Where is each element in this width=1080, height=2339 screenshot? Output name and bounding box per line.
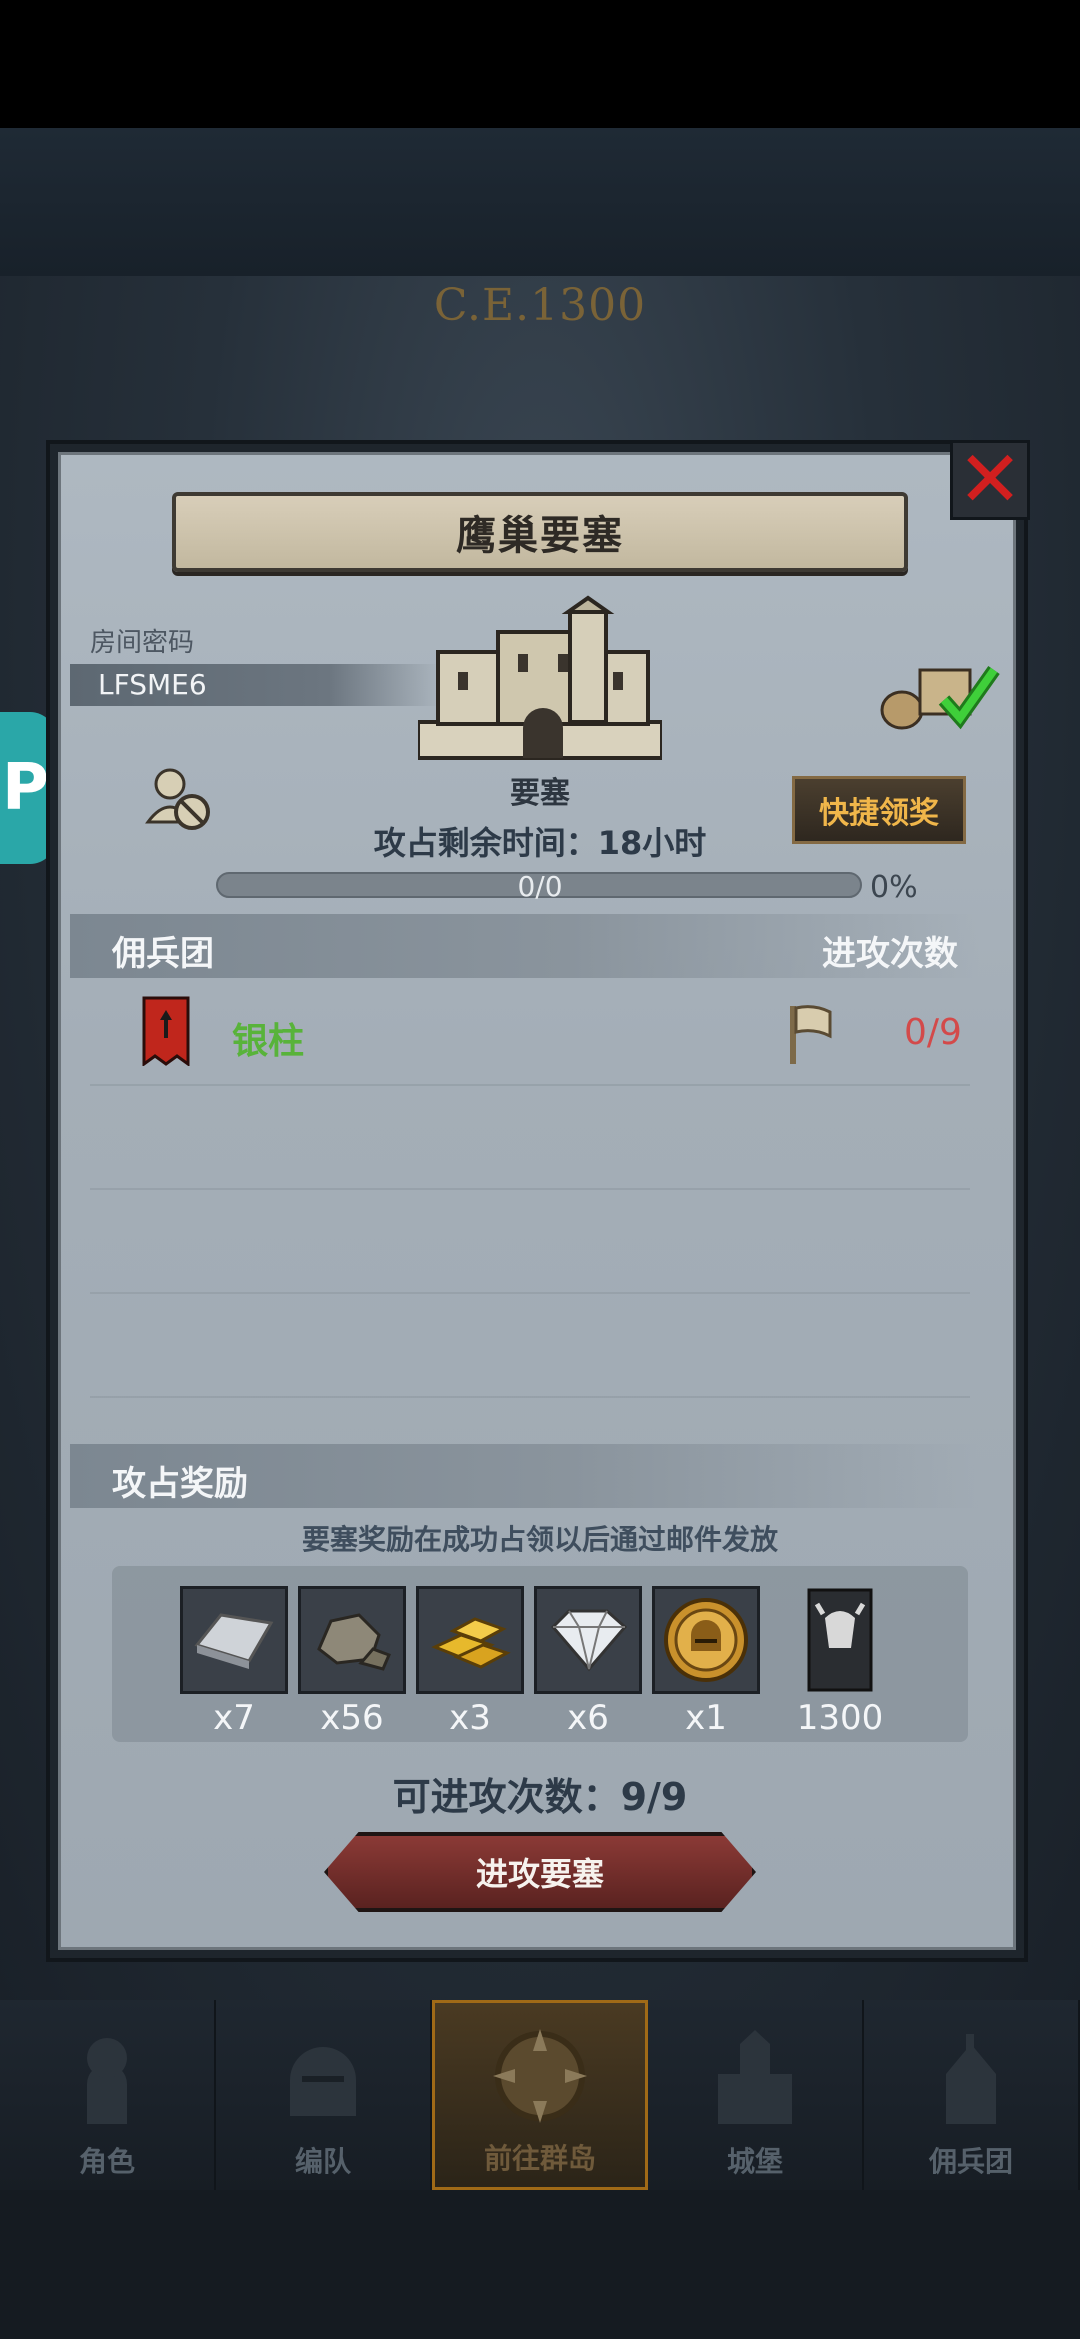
attack-flag-icon xyxy=(790,1005,832,1064)
stone-ore-icon xyxy=(298,1586,406,1694)
reward-item[interactable]: 1300 xyxy=(784,1586,896,1738)
reward-qty: x6 xyxy=(567,1698,609,1738)
dialog-title-plate: 鹰巢要塞 xyxy=(172,492,908,572)
status-bar xyxy=(0,0,1080,128)
diamond-icon xyxy=(534,1586,642,1694)
gold-bars-icon xyxy=(416,1586,524,1694)
nav-label: 角色 xyxy=(78,2145,135,2178)
nav-item-castle[interactable]: 城堡 xyxy=(648,2000,864,2190)
reward-item[interactable]: x3 xyxy=(416,1586,524,1738)
era-label: C.E.1300 xyxy=(433,280,647,331)
attack-fortress-button[interactable]: 进攻要塞 xyxy=(324,1832,756,1912)
dialog-title: 鹰巢要塞 xyxy=(456,513,624,559)
row-divider xyxy=(90,1084,970,1086)
reward-item[interactable]: x7 xyxy=(180,1586,288,1738)
remaining-time: 攻占剩余时间：18小时 xyxy=(373,824,707,862)
reward-qty: x3 xyxy=(449,1698,491,1738)
nav-item-islands[interactable]: 前往群岛 xyxy=(432,2000,648,2190)
legion-banner-icon xyxy=(142,996,190,1066)
legion-name[interactable]: 银柱 xyxy=(232,1012,304,1064)
nav-label: 前往群岛 xyxy=(483,2142,596,2175)
reward-item[interactable]: x56 xyxy=(298,1586,406,1738)
reward-qty: x56 xyxy=(320,1698,384,1738)
reward-claimed-icon[interactable] xyxy=(878,652,1000,732)
castle-icon xyxy=(718,2030,792,2124)
reward-qty: 1300 xyxy=(796,1698,884,1738)
nav-item-formation[interactable]: 编队 xyxy=(216,2000,432,2190)
helmet-icon xyxy=(290,2047,356,2116)
legion-section-title: 佣兵团 xyxy=(112,934,214,974)
silver-ingot-icon xyxy=(180,1586,288,1694)
nav-item-mercenary[interactable]: 佣兵团 xyxy=(864,2000,1080,2190)
nav-label: 城堡 xyxy=(726,2145,783,2178)
row-divider xyxy=(90,1292,970,1294)
compass-icon xyxy=(493,2029,587,2123)
nav-label: 佣兵团 xyxy=(928,2145,1013,2178)
room-password-label: 房间密码 xyxy=(90,628,195,658)
fortress-castle-icon xyxy=(418,595,662,760)
room-code[interactable]: LFSME6 xyxy=(98,668,207,701)
attack-fortress-label: 进攻要塞 xyxy=(475,1855,604,1893)
reward-hint: 要塞奖励在成功占领以后通过邮件发放 xyxy=(301,1523,778,1556)
capture-progress-percent: 0% xyxy=(870,870,918,905)
reward-section-title: 攻占奖励 xyxy=(112,1464,248,1504)
nav-item-character[interactable]: 角色 xyxy=(0,2000,216,2190)
legion-attack-count: 0/9 xyxy=(904,1012,962,1053)
header-band xyxy=(0,128,1080,276)
close-button[interactable]: ✕ xyxy=(950,440,1030,520)
close-icon: ✕ xyxy=(957,435,1023,525)
attack-count-header: 进攻次数 xyxy=(822,934,958,974)
row-divider xyxy=(90,1188,970,1190)
mercenary-icon xyxy=(946,2034,996,2124)
nav-label: 编队 xyxy=(294,2145,351,2178)
reward-item[interactable]: x1 xyxy=(652,1586,760,1738)
reward-qty: x7 xyxy=(213,1698,255,1738)
banner-crest-icon xyxy=(784,1586,896,1694)
bottom-nav: 角色 编队 前往群岛 城堡 佣兵团 xyxy=(0,2000,1080,2190)
reward-item[interactable]: x6 xyxy=(534,1586,642,1738)
reward-qty: x1 xyxy=(685,1698,727,1738)
knight-helmet-coin-icon xyxy=(652,1586,760,1694)
row-divider xyxy=(90,1396,970,1398)
knight-icon xyxy=(87,2038,127,2124)
capture-progress-count: 0/0 xyxy=(517,870,563,903)
remaining-attempts: 可进攻次数：9/9 xyxy=(392,1775,688,1819)
